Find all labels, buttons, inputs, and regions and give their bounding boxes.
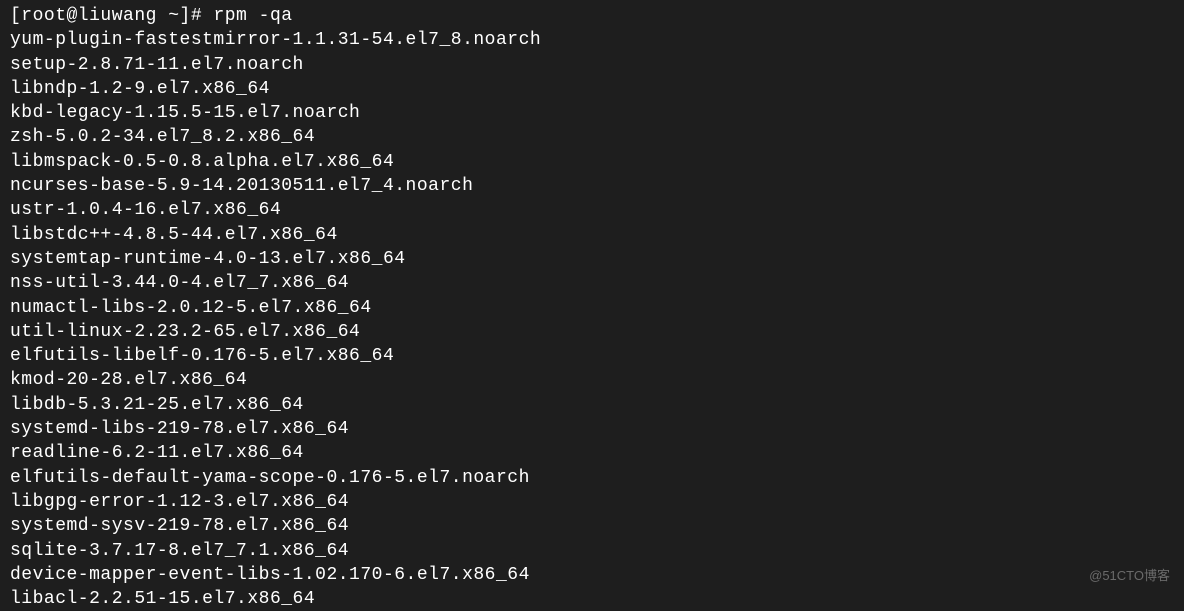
package-line: libdb-5.3.21-25.el7.x86_64 xyxy=(10,393,1174,417)
package-line: sqlite-3.7.17-8.el7_7.1.x86_64 xyxy=(10,539,1174,563)
package-line: libacl-2.2.51-15.el7.x86_64 xyxy=(10,587,1174,611)
package-line: libgpg-error-1.12-3.el7.x86_64 xyxy=(10,490,1174,514)
package-line: util-linux-2.23.2-65.el7.x86_64 xyxy=(10,320,1174,344)
package-line: libmspack-0.5-0.8.alpha.el7.x86_64 xyxy=(10,150,1174,174)
package-line: zsh-5.0.2-34.el7_8.2.x86_64 xyxy=(10,125,1174,149)
package-line: numactl-libs-2.0.12-5.el7.x86_64 xyxy=(10,296,1174,320)
package-line: libndp-1.2-9.el7.x86_64 xyxy=(10,77,1174,101)
package-line: elfutils-default-yama-scope-0.176-5.el7.… xyxy=(10,466,1174,490)
package-line: yum-plugin-fastestmirror-1.1.31-54.el7_8… xyxy=(10,28,1174,52)
package-line: kbd-legacy-1.15.5-15.el7.noarch xyxy=(10,101,1174,125)
package-line: elfutils-libelf-0.176-5.el7.x86_64 xyxy=(10,344,1174,368)
command-text: rpm -qa xyxy=(213,6,292,26)
package-line: ncurses-base-5.9-14.20130511.el7_4.noarc… xyxy=(10,174,1174,198)
package-line: kmod-20-28.el7.x86_64 xyxy=(10,368,1174,392)
package-line: libstdc++-4.8.5-44.el7.x86_64 xyxy=(10,223,1174,247)
shell-prompt: [root@liuwang ~]# xyxy=(10,6,213,26)
package-line: systemd-libs-219-78.el7.x86_64 xyxy=(10,417,1174,441)
package-line: systemtap-runtime-4.0-13.el7.x86_64 xyxy=(10,247,1174,271)
package-line: device-mapper-event-libs-1.02.170-6.el7.… xyxy=(10,563,1174,587)
package-line: nss-util-3.44.0-4.el7_7.x86_64 xyxy=(10,271,1174,295)
command-line: [root@liuwang ~]# rpm -qa xyxy=(10,4,1174,28)
package-line: setup-2.8.71-11.el7.noarch xyxy=(10,53,1174,77)
package-line: readline-6.2-11.el7.x86_64 xyxy=(10,441,1174,465)
package-line: systemd-sysv-219-78.el7.x86_64 xyxy=(10,514,1174,538)
watermark-text: @51CTO博客 xyxy=(1089,567,1170,585)
package-line: ustr-1.0.4-16.el7.x86_64 xyxy=(10,198,1174,222)
terminal-output[interactable]: [root@liuwang ~]# rpm -qa yum-plugin-fas… xyxy=(10,4,1174,611)
